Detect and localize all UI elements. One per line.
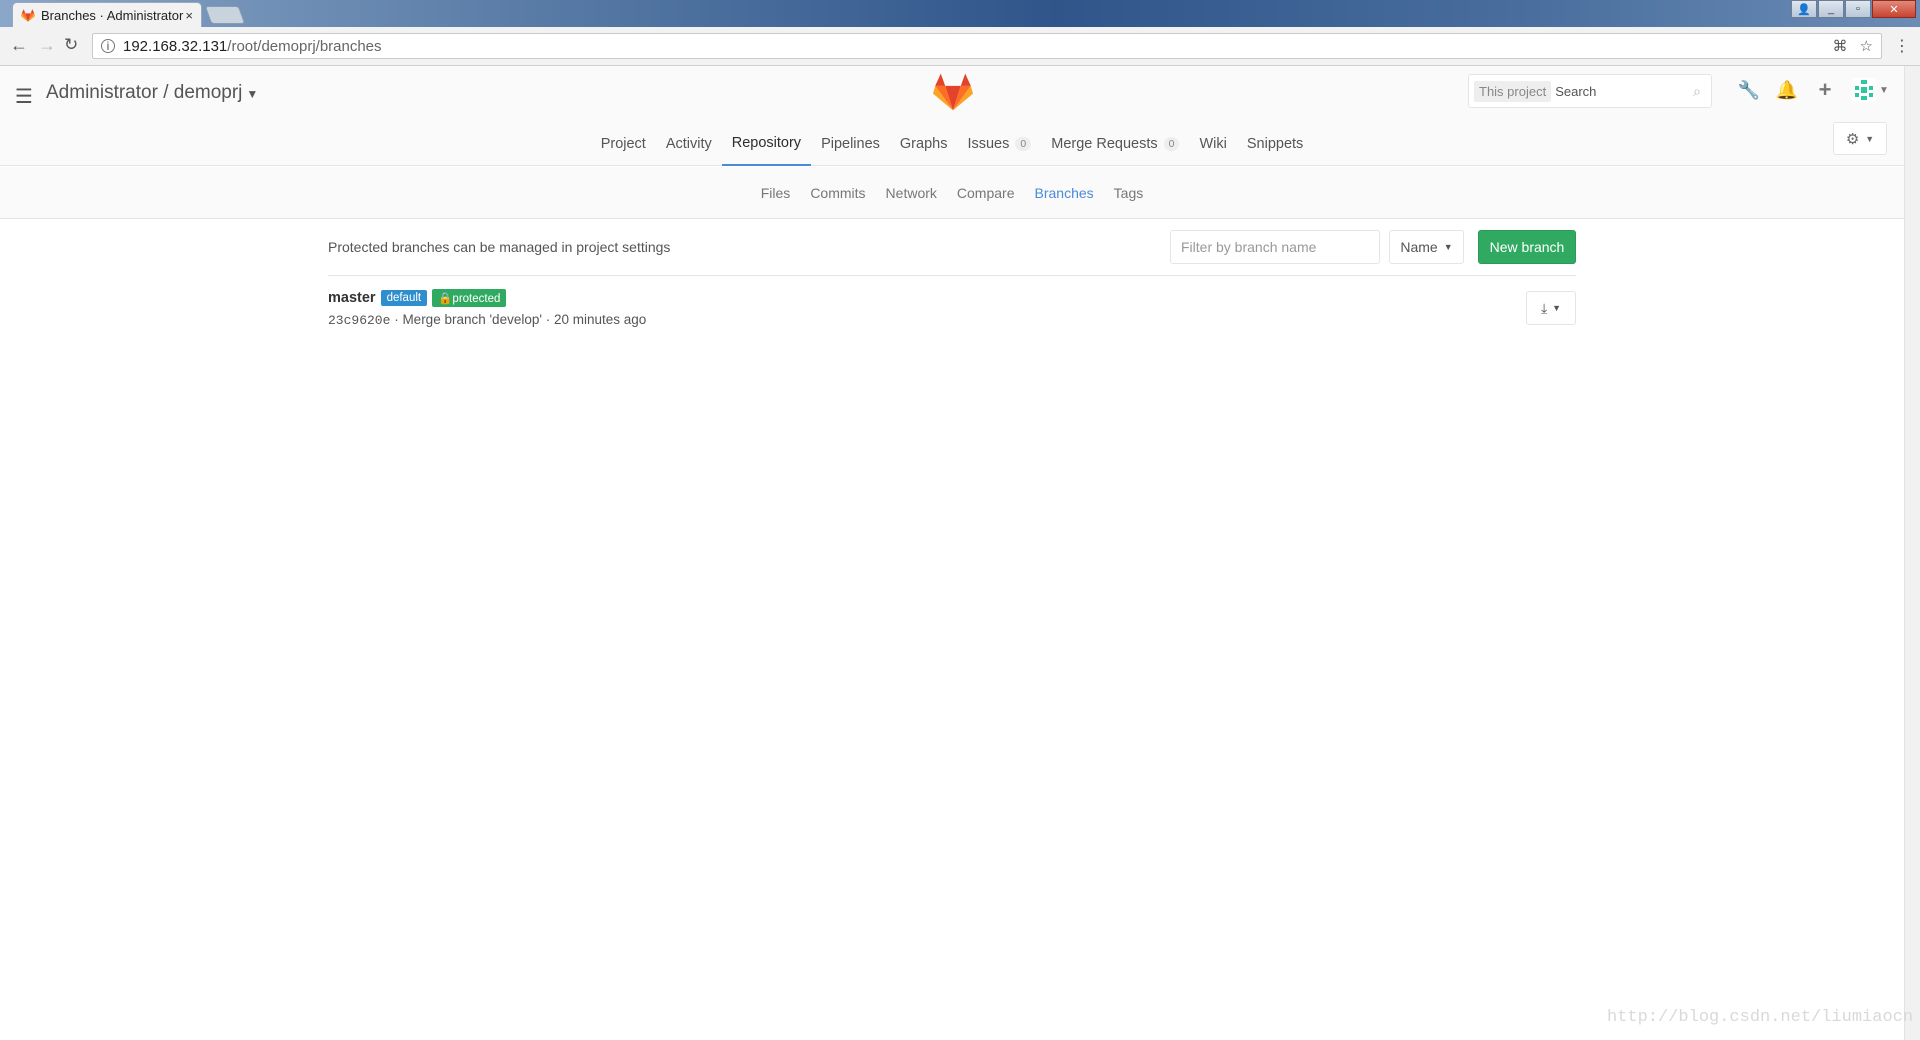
project-title[interactable]: Administrator / demoprj ▼	[46, 82, 258, 104]
url-host: 192.168.32.131	[123, 37, 228, 55]
user-switch-button[interactable]: 👤	[1791, 0, 1817, 18]
branches-content: Protected branches can be managed in pro…	[328, 219, 1576, 328]
protected-label: 🔒protected	[432, 289, 507, 307]
sort-label: Name	[1400, 239, 1438, 255]
back-arrow-icon[interactable]: ←	[10, 35, 28, 56]
gitlab-logo-icon[interactable]	[933, 72, 973, 112]
maximize-button[interactable]: ▫	[1845, 0, 1871, 18]
nav-project[interactable]: Project	[591, 125, 656, 166]
branch-commit-line: 23c9620e · Merge branch 'develop' · 20 m…	[328, 312, 647, 328]
lock-icon: 🔒	[438, 293, 453, 305]
search-icon: ⌕	[1693, 83, 1701, 99]
repository-subnav: Files Commits Network Compare Branches T…	[0, 167, 1904, 219]
download-icon: ⤓	[1540, 299, 1548, 316]
sort-dropdown[interactable]: Name ▼	[1389, 230, 1464, 264]
gear-icon: ⚙	[1845, 130, 1860, 148]
project-nav: Project Activity Repository Pipelines Gr…	[0, 125, 1904, 166]
minimize-button[interactable]: _	[1818, 0, 1844, 18]
chevron-down-icon: ▼	[246, 87, 259, 101]
nav-wiki[interactable]: Wiki	[1189, 125, 1236, 166]
url-field[interactable]: i 192.168.32.131/root/demoprj/branches ⌘…	[92, 33, 1882, 59]
merge-requests-count-badge: 0	[1163, 137, 1180, 151]
browser-tab[interactable]: Branches · Administrator ×	[12, 2, 202, 28]
window-controls: 👤 _ ▫ ✕	[1790, 0, 1916, 18]
watermark-text: http://blog.csdn.net/liumiaocn	[1607, 1008, 1914, 1027]
bell-icon[interactable]: 🔔	[1776, 79, 1798, 101]
chevron-down-icon: ▼	[1879, 84, 1889, 96]
subnav-files[interactable]: Files	[761, 185, 791, 201]
reload-icon[interactable]: ↻	[64, 35, 78, 55]
chevron-down-icon: ▼	[1865, 133, 1875, 144]
nav-merge-requests[interactable]: Merge Requests 0	[1041, 125, 1189, 166]
default-label: default	[380, 290, 428, 306]
subnav-network[interactable]: Network	[886, 185, 937, 201]
subnav-commits[interactable]: Commits	[810, 185, 865, 201]
project-settings-button[interactable]: ⚙ ▼	[1833, 122, 1887, 155]
nav-snippets[interactable]: Snippets	[1237, 125, 1313, 166]
close-window-button[interactable]: ✕	[1872, 0, 1916, 18]
new-tab-button[interactable]	[204, 6, 246, 24]
chevron-down-icon: ▼	[1552, 303, 1562, 313]
commit-message-link[interactable]: Merge branch 'develop'	[402, 312, 542, 327]
subnav-tags[interactable]: Tags	[1114, 185, 1144, 201]
download-archive-button[interactable]: ⤓ ▼	[1526, 291, 1576, 325]
info-icon[interactable]: i	[101, 39, 115, 53]
commit-sha-link[interactable]: 23c9620e	[328, 313, 390, 328]
tab-title: Branches · Administrator	[41, 8, 184, 23]
url-path: /root/demoprj/branches	[227, 37, 382, 55]
subnav-compare[interactable]: Compare	[957, 185, 1015, 201]
gitlab-favicon-icon	[21, 9, 35, 22]
protected-branches-note: Protected branches can be managed in pro…	[328, 239, 671, 255]
nav-activity[interactable]: Activity	[656, 125, 722, 166]
page-scrollbar[interactable]	[1904, 66, 1920, 1040]
header-icons: 🔧 🔔 + ▼	[1738, 77, 1889, 102]
issues-count-badge: 0	[1015, 137, 1032, 151]
commit-time: 20 minutes ago	[553, 312, 647, 327]
bookmark-star-icon[interactable]: ☆	[1860, 37, 1873, 55]
user-menu[interactable]: ▼	[1852, 78, 1889, 102]
avatar	[1852, 78, 1876, 102]
browser-menu-icon[interactable]: ⋮	[1894, 36, 1910, 56]
gitlab-header: ☰ Administrator / demoprj ▼ This project …	[0, 66, 1904, 166]
plus-icon[interactable]: +	[1814, 77, 1836, 102]
nav-repository[interactable]: Repository	[721, 125, 812, 166]
branch-title-line: master default 🔒protected	[328, 289, 507, 307]
branches-toolbar: Protected branches can be managed in pro…	[328, 219, 1576, 276]
hamburger-menu-icon[interactable]: ☰	[15, 84, 33, 109]
translate-icon[interactable]: ⌘	[1833, 37, 1848, 55]
nav-pipelines[interactable]: Pipelines	[811, 125, 890, 166]
browser-titlebar: Branches · Administrator × 👤 _ ▫ ✕	[0, 0, 1920, 28]
new-branch-button[interactable]: New branch	[1478, 230, 1576, 264]
search-input[interactable]	[1555, 83, 1676, 99]
forward-arrow-icon[interactable]: →	[38, 35, 56, 56]
search-scope-badge[interactable]: This project	[1474, 80, 1552, 102]
nav-issues[interactable]: Issues 0	[957, 125, 1041, 166]
subnav-branches[interactable]: Branches	[1035, 185, 1094, 201]
branch-name-link[interactable]: master	[328, 290, 376, 306]
branch-filter-input[interactable]	[1170, 230, 1380, 264]
nav-graphs[interactable]: Graphs	[890, 125, 958, 166]
chevron-down-icon: ▼	[1443, 242, 1453, 252]
address-bar: ← → ↻ i 192.168.32.131/root/demoprj/bran…	[0, 27, 1920, 66]
search-box[interactable]: This project ⌕	[1468, 74, 1712, 108]
admin-wrench-icon[interactable]: 🔧	[1738, 79, 1760, 101]
tab-close-icon[interactable]: ×	[185, 8, 193, 23]
